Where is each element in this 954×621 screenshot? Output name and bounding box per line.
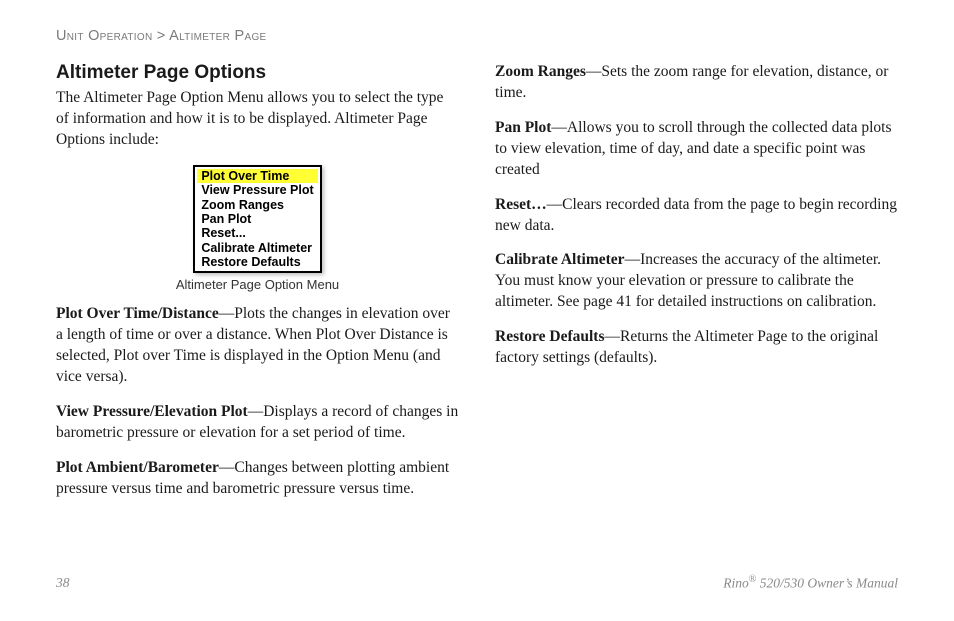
menu-item-calibrate-altimeter: Calibrate Altimeter xyxy=(197,241,317,255)
breadcrumb-sep: > xyxy=(152,28,169,44)
def-term: Restore Defaults xyxy=(495,328,604,345)
content-columns: Altimeter Page Options The Altimeter Pag… xyxy=(56,62,898,514)
figure-caption: Altimeter Page Option Menu xyxy=(56,277,459,292)
page-footer: 38 Rino® 520/530 Owner’s Manual xyxy=(56,574,898,592)
option-menu-figure: Plot Over Time View Pressure Plot Zoom R… xyxy=(193,165,321,274)
menu-item-zoom-ranges: Zoom Ranges xyxy=(197,198,317,212)
def-term: Plot Ambient/Barometer xyxy=(56,459,219,476)
definition-calibrate-altimeter: Calibrate Altimeter—Increases the accura… xyxy=(495,250,898,313)
def-term: Pan Plot xyxy=(495,119,551,136)
definition-plot-over-time-distance: Plot Over Time/Distance—Plots the change… xyxy=(56,304,459,388)
definition-reset: Reset…—Clears recorded data from the pag… xyxy=(495,195,898,237)
definition-zoom-ranges: Zoom Ranges—Sets the zoom range for elev… xyxy=(495,62,898,104)
menu-item-view-pressure-plot: View Pressure Plot xyxy=(197,183,317,197)
breadcrumb-page: Altimeter Page xyxy=(169,28,266,44)
definition-plot-ambient-barometer: Plot Ambient/Barometer—Changes between p… xyxy=(56,458,459,500)
figure: Plot Over Time View Pressure Plot Zoom R… xyxy=(56,165,459,293)
menu-item-pan-plot: Pan Plot xyxy=(197,212,317,226)
def-term: View Pressure/Elevation Plot xyxy=(56,403,248,420)
def-term: Reset… xyxy=(495,196,547,213)
menu-item-reset: Reset... xyxy=(197,226,317,240)
def-term: Calibrate Altimeter xyxy=(495,251,625,268)
left-column: Altimeter Page Options The Altimeter Pag… xyxy=(56,62,459,514)
menu-item-restore-defaults: Restore Defaults xyxy=(197,255,317,269)
breadcrumb-section: Unit Operation xyxy=(56,28,152,44)
manual-title: Rino® 520/530 Owner’s Manual xyxy=(723,574,898,592)
def-term: Plot Over Time/Distance xyxy=(56,305,219,322)
definition-pan-plot: Pan Plot—Allows you to scroll through th… xyxy=(495,118,898,181)
def-desc: —Allows you to scroll through the collec… xyxy=(495,119,891,178)
page-number: 38 xyxy=(56,575,70,591)
product-prefix: Rino xyxy=(723,575,749,590)
menu-item-plot-over-time: Plot Over Time xyxy=(197,169,317,183)
def-desc: —Clears recorded data from the page to b… xyxy=(495,196,897,234)
section-heading: Altimeter Page Options xyxy=(56,62,459,84)
product-suffix: 520/530 Owner’s Manual xyxy=(756,575,898,590)
right-column: Zoom Ranges—Sets the zoom range for elev… xyxy=(495,62,898,514)
definition-restore-defaults: Restore Defaults—Returns the Altimeter P… xyxy=(495,327,898,369)
definition-view-pressure-elevation-plot: View Pressure/Elevation Plot—Displays a … xyxy=(56,402,459,444)
def-term: Zoom Ranges xyxy=(495,63,586,80)
breadcrumb: Unit Operation > Altimeter Page xyxy=(56,28,898,44)
intro-paragraph: The Altimeter Page Option Menu allows yo… xyxy=(56,88,459,151)
